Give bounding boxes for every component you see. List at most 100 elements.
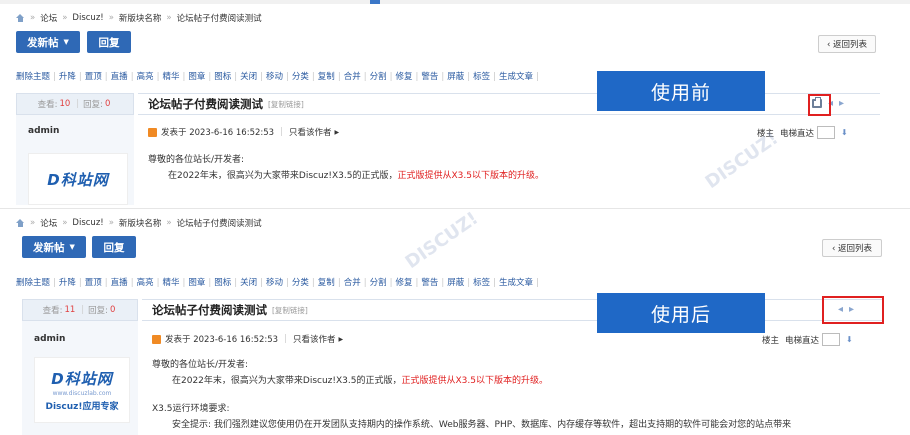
logo-mark: D科站网 (47, 170, 109, 189)
before-label: 使用前 (597, 71, 765, 111)
author-name[interactable]: admin (34, 334, 65, 344)
breadcrumb-thread[interactable]: 论坛帖子付费阅读测试 (177, 217, 262, 229)
mod-action[interactable]: 标签 (473, 278, 490, 288)
new-thread-button[interactable]: 发新帖 ▼ (16, 31, 80, 53)
thread-title-row: 论坛帖子付费阅读测试 [复制链接] (142, 299, 884, 321)
mod-action[interactable]: 屏蔽 (447, 278, 464, 288)
home-icon[interactable] (16, 14, 25, 22)
breadcrumb-forum[interactable]: 论坛 (40, 217, 57, 229)
moderation-bar: 删除主题 | 升降 | 置顶 | 直播 | 高亮 | 精华 | 图章 | 图标 | 关闭 | 移动 | 分类 | 复制 | 合并… (16, 278, 539, 288)
mod-action[interactable]: 关闭 (240, 278, 257, 288)
floor-input[interactable] (822, 333, 841, 346)
mod-action[interactable]: 分割 (370, 72, 387, 82)
mod-action[interactable]: 分割 (370, 278, 387, 288)
highlight-box (808, 94, 831, 116)
mod-action[interactable]: 高亮 (137, 278, 154, 288)
logo-expert: Discuz!应用专家 (45, 402, 119, 412)
mod-action[interactable]: 删除主题 (16, 72, 50, 82)
caret-right-icon: ▶ (338, 335, 344, 343)
mod-action[interactable]: 移动 (266, 72, 283, 82)
reply-button[interactable]: 回复 (92, 236, 136, 258)
floor-down-icon[interactable]: ⬇ (846, 335, 853, 344)
back-to-list-button[interactable]: ‹ 返回列表 (822, 239, 882, 257)
online-status-icon (148, 127, 157, 137)
back-to-list-button[interactable]: ‹ 返回列表 (818, 35, 876, 53)
floor-input[interactable] (817, 126, 836, 139)
avatar[interactable]: D科站网 (28, 153, 128, 205)
author-name[interactable]: admin (28, 126, 59, 136)
mod-action[interactable]: 置顶 (85, 278, 102, 288)
top-strip (0, 0, 910, 4)
online-status-icon (152, 334, 161, 344)
next-arrow-icon[interactable]: ▸ (839, 98, 844, 109)
before-panel: » 论坛 » Discuz! » 新版块名称 » 论坛帖子付费阅读测试 发新帖 ▼… (0, 0, 910, 205)
thread-title: 论坛帖子付费阅读测试 (148, 97, 263, 111)
mod-action[interactable]: 关闭 (240, 72, 257, 82)
mod-action[interactable]: 置顶 (85, 72, 102, 82)
reply-button[interactable]: 回复 (87, 31, 131, 53)
new-thread-button[interactable]: 发新帖 ▼ (22, 236, 86, 258)
post-meta: 发表于 2023-6-16 16:52:53 | 只看该作者 ▶ (148, 122, 339, 142)
caret-right-icon: ▶ (334, 128, 340, 136)
thread-title-row: 论坛帖子付费阅读测试 [复制链接] (138, 93, 880, 115)
breadcrumb-forum[interactable]: 论坛 (40, 12, 57, 24)
caret-down-icon: ▼ (69, 243, 75, 251)
breadcrumb: » 论坛 » Discuz! » 新版块名称 » 论坛帖子付费阅读测试 (16, 12, 262, 24)
mod-action[interactable]: 直播 (111, 72, 128, 82)
mod-action[interactable]: 复制 (318, 278, 335, 288)
breadcrumb-thread[interactable]: 论坛帖子付费阅读测试 (177, 12, 262, 24)
author-only-link[interactable]: 只看该作者 (289, 126, 332, 138)
mod-action[interactable]: 分类 (292, 72, 309, 82)
copy-link[interactable]: [复制链接] (268, 99, 304, 110)
mod-action[interactable]: 图标 (214, 278, 231, 288)
post-content: 尊敬的各位站长/开发者: 在2022年末，很高兴为大家带来Discuz!X3.5… (152, 360, 792, 430)
mod-action[interactable]: 警告 (421, 72, 438, 82)
thread-stats: 查看: 10 | 回复: 0 (16, 93, 134, 115)
home-icon[interactable] (16, 219, 25, 227)
mod-action[interactable]: 升降 (59, 72, 76, 82)
breadcrumb-discuz[interactable]: Discuz! (72, 13, 103, 23)
mod-action[interactable]: 图标 (214, 72, 231, 82)
after-panel: » 论坛 » Discuz! » 新版块名称 » 论坛帖子付费阅读测试 发新帖 ▼… (0, 208, 910, 435)
caret-down-icon: ▼ (63, 38, 69, 46)
breadcrumb-discuz[interactable]: Discuz! (72, 218, 103, 228)
thread-stats: 查看: 11 | 回复: 0 (22, 299, 138, 321)
post-meta: 发表于 2023-6-16 16:52:53 | 只看该作者 ▶ (152, 329, 343, 349)
mod-action[interactable]: 升降 (59, 278, 76, 288)
breadcrumb-board[interactable]: 新版块名称 (119, 12, 162, 24)
mod-action[interactable]: 修复 (395, 278, 412, 288)
author-only-link[interactable]: 只看该作者 (293, 333, 336, 345)
mod-action[interactable]: 分类 (292, 278, 309, 288)
mod-action[interactable]: 精华 (162, 278, 179, 288)
mod-action[interactable]: 图章 (188, 72, 205, 82)
floor-jump: 楼主 电梯直达 ⬇ (757, 126, 848, 139)
moderation-bar: 删除主题 | 升降 | 置顶 | 直播 | 高亮 | 精华 | 图章 | 图标 | 关闭 | 移动 | 分类 | 复制 | 合并… (16, 72, 539, 82)
mod-action[interactable]: 生成文章 (499, 72, 533, 82)
breadcrumb-board[interactable]: 新版块名称 (119, 217, 162, 229)
thread-title: 论坛帖子付费阅读测试 (152, 303, 267, 317)
floor-down-icon[interactable]: ⬇ (841, 128, 848, 137)
mod-action[interactable]: 合并 (344, 278, 361, 288)
floor-jump: 楼主 电梯直达 ⬇ (762, 333, 853, 346)
mod-action[interactable]: 屏蔽 (447, 72, 464, 82)
avatar[interactable]: D科站网 www.discuzlab.com Discuz!应用专家 (34, 357, 130, 423)
after-label: 使用后 (597, 293, 765, 333)
logo-mark: D科站网 (51, 370, 113, 388)
mod-action[interactable]: 生成文章 (499, 278, 533, 288)
mod-action[interactable]: 直播 (111, 278, 128, 288)
mod-action[interactable]: 合并 (344, 72, 361, 82)
mod-action[interactable]: 图章 (188, 278, 205, 288)
logo-url: www.discuzlab.com (52, 390, 112, 397)
mod-action[interactable]: 修复 (395, 72, 412, 82)
highlight-box (822, 296, 884, 324)
mod-action[interactable]: 复制 (318, 72, 335, 82)
copy-link[interactable]: [复制链接] (272, 305, 308, 316)
mod-action[interactable]: 高亮 (137, 72, 154, 82)
mod-action[interactable]: 警告 (421, 278, 438, 288)
mod-action[interactable]: 精华 (162, 72, 179, 82)
breadcrumb: » 论坛 » Discuz! » 新版块名称 » 论坛帖子付费阅读测试 (16, 217, 262, 229)
post-content: 尊敬的各位站长/开发者: 在2022年末，很高兴为大家带来Discuz!X3.5… (148, 155, 544, 181)
mod-action[interactable]: 删除主题 (16, 278, 50, 288)
mod-action[interactable]: 标签 (473, 72, 490, 82)
mod-action[interactable]: 移动 (266, 278, 283, 288)
